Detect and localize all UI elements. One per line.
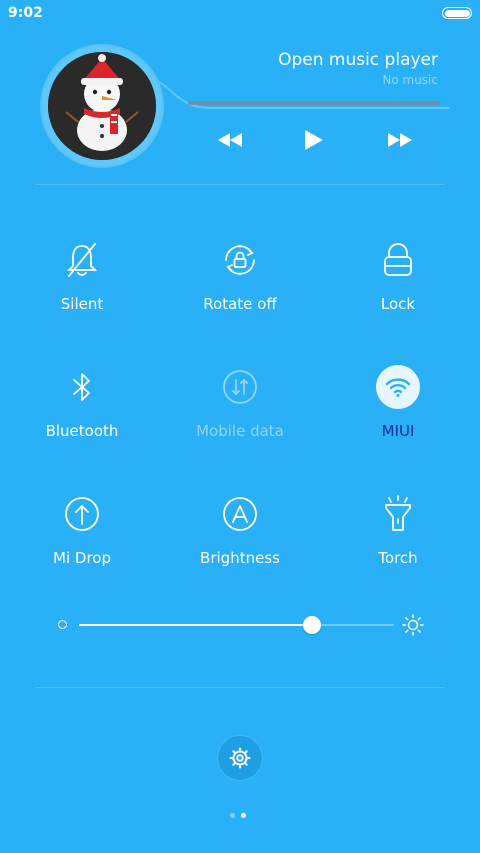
toggle-label: Torch: [378, 549, 418, 567]
divider-bottom: [35, 687, 445, 688]
slider-thumb[interactable]: [303, 616, 322, 634]
toggle-rotate[interactable]: Rotate off: [160, 238, 320, 338]
brightness-slider[interactable]: [56, 612, 426, 638]
slider-track[interactable]: [79, 616, 394, 634]
toggle-silent[interactable]: Silent: [2, 238, 162, 338]
album-art[interactable]: [42, 46, 162, 166]
wifi-icon: [376, 365, 420, 409]
lock-icon: [376, 238, 420, 282]
music-title[interactable]: Open music player: [278, 50, 438, 70]
toggle-wifi[interactable]: MIUI: [318, 365, 478, 465]
slider-fill: [79, 624, 313, 626]
next-button[interactable]: [386, 126, 414, 154]
settings-button[interactable]: [218, 736, 262, 780]
rewind-icon: [218, 133, 242, 147]
toggle-torch[interactable]: Torch: [318, 492, 478, 592]
bluetooth-icon: [60, 365, 104, 409]
toggle-label: Rotate off: [203, 295, 277, 313]
toggle-label: Lock: [380, 295, 416, 313]
fast-forward-icon: [388, 133, 412, 147]
status-time: 9:02: [8, 5, 43, 21]
toggle-mobile-data[interactable]: Mobile data: [160, 365, 320, 465]
page-indicator: [230, 813, 246, 818]
brightness-high-icon: [402, 614, 424, 636]
toggle-label: Bluetooth: [45, 422, 119, 440]
toggle-label: MIUI: [381, 422, 415, 440]
bell-off-icon: [60, 238, 104, 282]
mobile-data-icon: [218, 365, 262, 409]
previous-button[interactable]: [216, 126, 244, 154]
toggle-bluetooth[interactable]: Bluetooth: [2, 365, 162, 465]
play-button[interactable]: [302, 126, 326, 154]
brightness-low-icon: [58, 620, 67, 629]
page-dot: [230, 813, 235, 818]
toggle-label: Mi Drop: [53, 549, 111, 567]
page-dot: [241, 813, 246, 818]
toggle-label: Brightness: [200, 549, 280, 567]
play-icon: [305, 130, 323, 150]
auto-brightness-icon: [218, 492, 262, 536]
music-widget: Open music player No music: [0, 40, 480, 170]
upload-arrow-icon: [60, 492, 104, 536]
divider-top: [35, 184, 445, 185]
rotation-lock-icon: [218, 238, 262, 282]
battery-icon: [442, 7, 472, 19]
flashlight-icon: [376, 492, 420, 536]
snowman-image: [48, 52, 156, 160]
music-progress-bar[interactable]: [188, 101, 440, 105]
toggle-mi-drop[interactable]: Mi Drop: [2, 492, 162, 592]
gear-icon: [229, 747, 251, 769]
status-bar: 9:02: [0, 0, 480, 26]
toggle-brightness[interactable]: Brightness: [160, 492, 320, 592]
toggle-lock[interactable]: Lock: [318, 238, 478, 338]
toggle-label: Silent: [60, 295, 104, 313]
music-subtitle: No music: [382, 73, 438, 87]
toggle-label: Mobile data: [196, 422, 284, 440]
